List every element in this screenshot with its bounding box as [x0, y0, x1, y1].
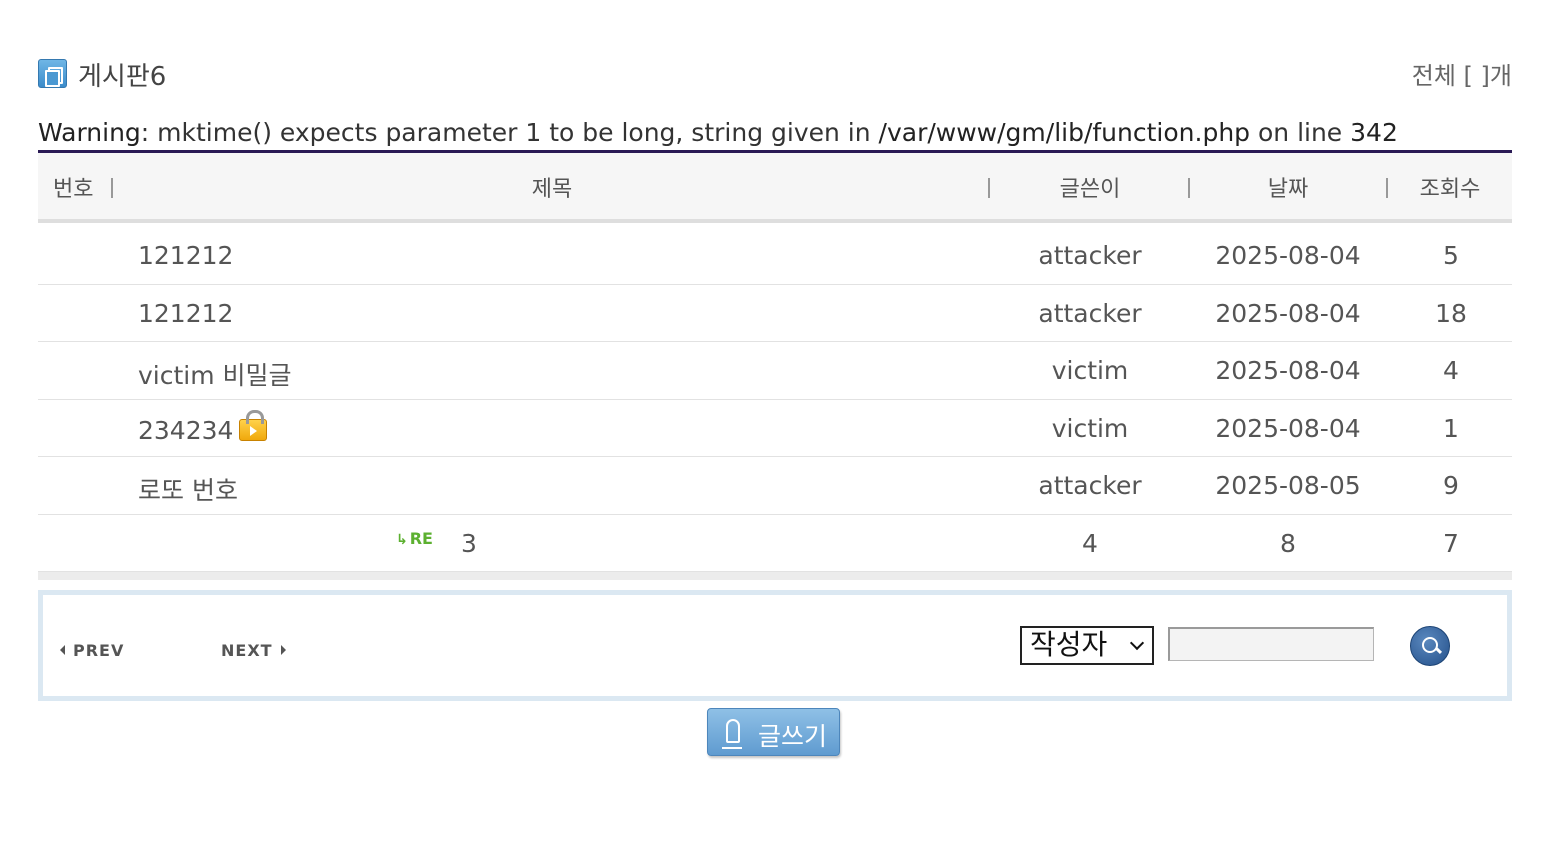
post-views: 9 — [1443, 471, 1459, 500]
post-title-link[interactable]: 로또 번호 — [138, 471, 238, 507]
pen-icon — [722, 719, 742, 749]
reply-badge-label: RE — [409, 528, 433, 548]
search-field-value: 작성자 — [1030, 628, 1108, 661]
header-divider — [1188, 178, 1190, 198]
chevron-left-icon — [60, 645, 65, 655]
chevron-right-icon — [280, 645, 286, 655]
post-date: 2025-08-04 — [1215, 241, 1361, 270]
post-author: attacker — [1038, 298, 1142, 328]
post-title-link[interactable]: victim 비밀글 — [138, 356, 292, 392]
next-page-link[interactable]: NEXT — [221, 641, 286, 660]
table-row: 121212 attacker 2025-08-04 5 — [38, 227, 1512, 285]
table-header: 번호 제목 글쓴이 날짜 조회수 — [38, 150, 1512, 223]
header-divider — [988, 178, 990, 198]
table-row: victim 비밀글 victim 2025-08-04 4 — [38, 342, 1512, 400]
pager-search-bar: PREV NEXT 작성자 — [38, 590, 1512, 701]
post-date: 2025-08-04 — [1215, 413, 1361, 443]
prev-label: PREV — [73, 641, 125, 660]
post-date: 2025-08-04 — [1215, 356, 1361, 385]
post-title-link[interactable]: 121212 — [138, 241, 233, 270]
php-warning: Warning: mktime() expects parameter 1 to… — [38, 118, 1398, 147]
post-date: 2025-08-04 — [1215, 298, 1361, 328]
warning-file: /var/www/gm/lib/function.php — [878, 118, 1251, 147]
board-title: 게시판6 — [78, 62, 167, 92]
warning-message: : mktime() expects parameter 1 to be lon… — [140, 118, 879, 147]
table-footer-rule — [38, 572, 1512, 580]
post-author: 4 — [1082, 528, 1098, 558]
reply-badge: ↳ RE — [396, 529, 433, 548]
board-icon — [38, 59, 67, 88]
header-title: 제목 — [531, 177, 573, 202]
header-no: 번호 — [53, 177, 94, 202]
chevron-down-icon — [1129, 635, 1145, 651]
post-views: 4 — [1443, 356, 1459, 385]
search-icon[interactable] — [1410, 626, 1450, 666]
warning-label: Warning — [38, 118, 141, 147]
header-author: 글쓴이 — [1059, 177, 1121, 202]
table-row: 로또 번호 attacker 2025-08-05 9 — [38, 457, 1512, 515]
post-author: victim — [1051, 413, 1129, 443]
write-button-label: 글쓰기 — [758, 722, 828, 751]
post-title-link[interactable]: 121212 — [138, 299, 233, 328]
post-views: 7 — [1443, 528, 1459, 558]
post-title-wrap: 234234 — [138, 409, 268, 445]
warning-on-line: on line — [1250, 118, 1351, 147]
write-post-button[interactable]: 글쓰기 — [707, 708, 840, 756]
post-title-link[interactable]: 234234 — [138, 416, 233, 445]
header-divider — [1386, 178, 1388, 198]
post-author: attacker — [1038, 471, 1142, 500]
post-date: 8 — [1280, 528, 1296, 558]
post-author: victim — [1051, 356, 1129, 385]
post-title-link[interactable]: 3 — [461, 529, 477, 558]
post-views: 1 — [1443, 413, 1459, 443]
search-input[interactable] — [1168, 627, 1374, 661]
table-row: 234234 victim 2025-08-04 1 — [38, 400, 1512, 457]
post-list: 121212 attacker 2025-08-04 5 121212 atta… — [38, 227, 1512, 580]
next-label: NEXT — [221, 641, 273, 660]
header-divider — [111, 178, 113, 198]
table-row: 121212 attacker 2025-08-04 18 — [38, 285, 1512, 342]
header-date: 날짜 — [1267, 177, 1309, 202]
post-views: 18 — [1435, 298, 1467, 328]
warning-line-number: 342 — [1350, 118, 1398, 147]
search-field-select[interactable]: 작성자 — [1020, 626, 1154, 665]
post-author: attacker — [1038, 241, 1142, 270]
board-header: 게시판6 전체 [ ]개 — [38, 52, 1512, 92]
prev-page-link[interactable]: PREV — [60, 641, 124, 660]
post-date: 2025-08-05 — [1215, 471, 1361, 500]
header-views: 조회수 — [1419, 177, 1481, 202]
reply-arrow-icon: ↳ — [396, 531, 408, 548]
lock-icon — [239, 409, 268, 441]
table-row: ↳ RE 3 4 8 7 — [38, 515, 1512, 572]
post-views: 5 — [1443, 241, 1459, 270]
total-count: 전체 [ ]개 — [1411, 62, 1512, 90]
